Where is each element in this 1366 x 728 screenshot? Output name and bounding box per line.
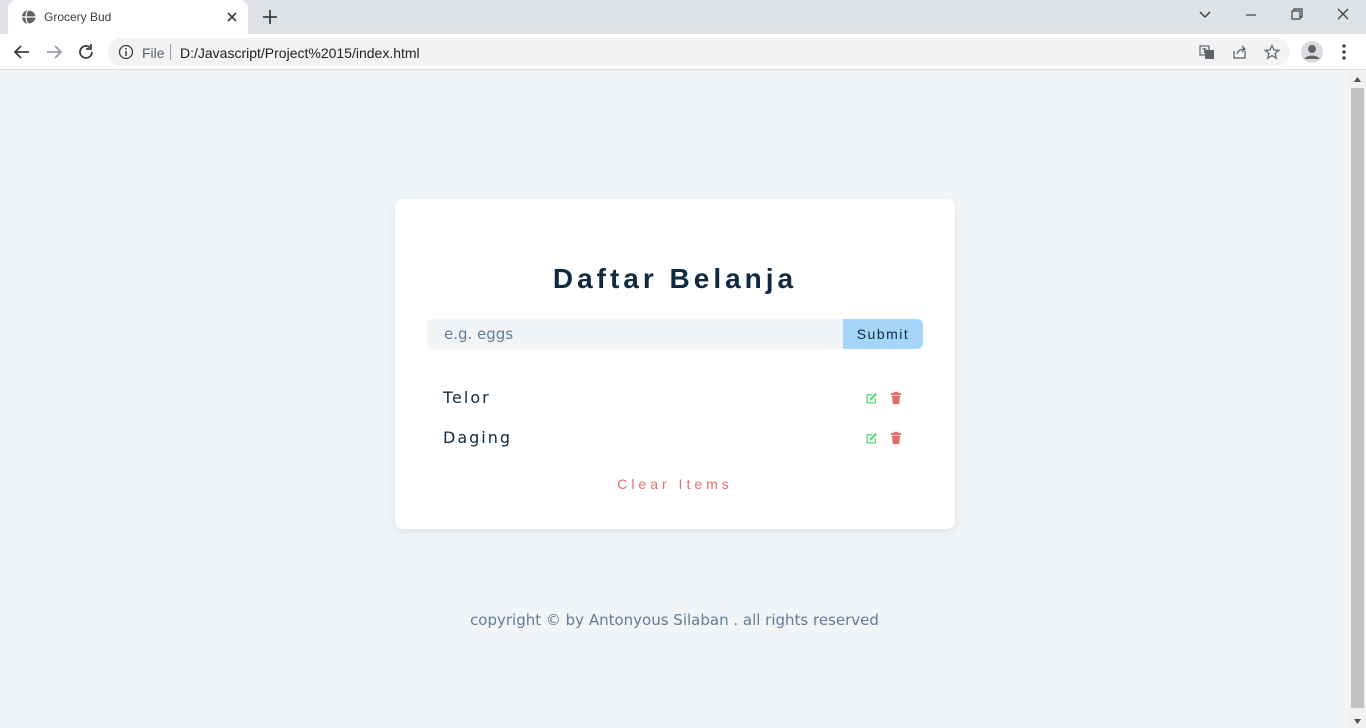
new-tab-icon[interactable] [260,7,280,27]
page-scrollbar[interactable] [1349,71,1366,728]
translate-icon[interactable] [1199,44,1215,60]
item-name: Telor [443,388,491,407]
forward-arrow-icon[interactable] [43,41,65,63]
edit-icon[interactable] [865,391,879,405]
browser-tab[interactable]: Grocery Bud [8,0,248,34]
list-item: Daging [443,426,907,450]
url-text[interactable]: D:/Javascript/Project%2015/index.html [180,45,420,61]
reload-icon[interactable] [75,41,97,63]
close-window-icon[interactable] [1331,5,1355,25]
more-options-icon[interactable] [1334,42,1354,62]
minimize-icon[interactable] [1239,5,1263,25]
submit-button[interactable]: Submit [843,319,923,349]
scroll-up-arrow-icon[interactable] [1353,75,1362,84]
tab-title: Grocery Bud [44,10,112,24]
close-tab-icon[interactable] [224,9,240,25]
grocery-form: Submit [427,319,923,349]
browser-toolbar: File D:/Javascript/Project%2015/index.ht… [0,34,1366,70]
page-title: Daftar Belanja [552,263,798,294]
info-icon[interactable] [118,44,134,60]
bookmark-star-icon[interactable] [1264,44,1280,60]
scrollbar-thumb[interactable] [1351,88,1364,708]
address-bar[interactable]: File D:/Javascript/Project%2015/index.ht… [108,38,1290,66]
item-name: Daging [443,428,513,447]
tab-search-chevron-icon[interactable] [1193,5,1217,25]
url-separator [170,44,171,60]
footer-copyright: copyright © by Antonyous Silaban . all r… [470,611,879,629]
scroll-down-arrow-icon[interactable] [1353,717,1362,726]
clear-items-button[interactable]: Clear Items [395,476,955,492]
trash-icon[interactable] [889,391,903,405]
grocery-card: Daftar Belanja Submit Telor Daging Clear… [395,199,955,529]
list-item: Telor [443,386,907,410]
back-arrow-icon[interactable] [11,41,33,63]
edit-icon[interactable] [865,431,879,445]
share-icon[interactable] [1232,44,1248,60]
restore-icon[interactable] [1285,5,1309,25]
url-scheme: File [142,45,165,61]
browser-tab-strip: Grocery Bud [0,0,1366,34]
grocery-input[interactable] [427,319,843,349]
globe-icon [22,9,37,25]
trash-icon[interactable] [889,431,903,445]
profile-avatar-icon[interactable] [1300,40,1324,64]
